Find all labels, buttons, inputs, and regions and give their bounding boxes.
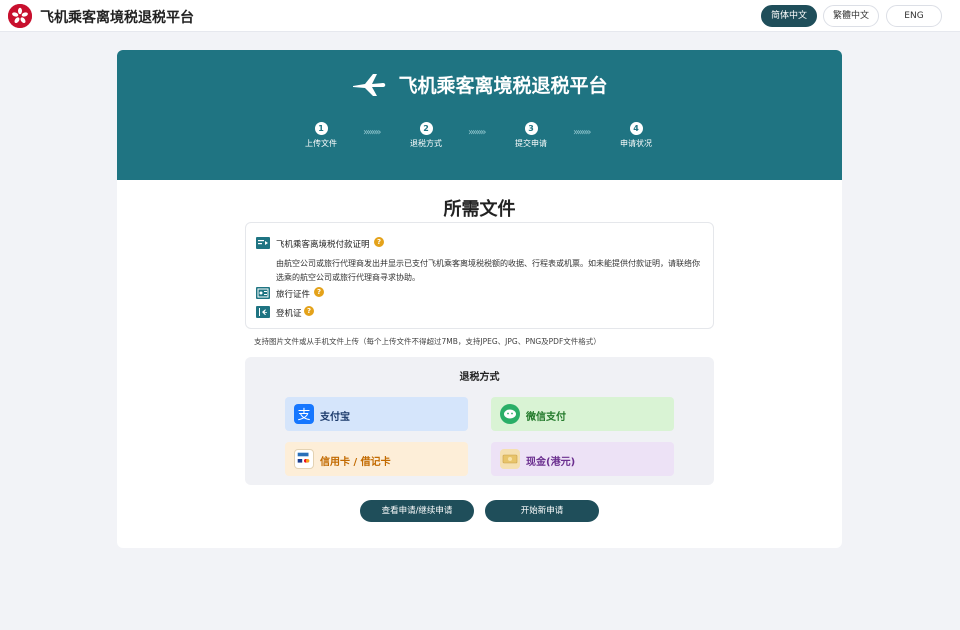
document-label: 旅行证件	[276, 290, 311, 300]
hero-title-row: 飞机乘客离境税退税平台	[117, 70, 842, 100]
hero-title: 飞机乘客离境税退税平台	[398, 74, 608, 97]
wechat-pay-option-button[interactable]: 微信支付	[491, 397, 674, 431]
step-refund-method: 2 退税方式	[396, 122, 456, 149]
receipt-icon	[256, 237, 270, 249]
credit-card-icon	[294, 449, 314, 469]
step-upload-files: 1 上传文件	[291, 122, 351, 149]
hk-emblem-logo-icon[interactable]	[8, 4, 32, 28]
step-separator-chevrons-icon: »»»»	[573, 127, 592, 138]
boarding-pass-icon	[256, 306, 270, 318]
payment-method-label: 现金(港元)	[526, 457, 576, 468]
step-label: 提交申请	[515, 139, 547, 148]
top-bar: 飞机乘客离境税退税平台 简体中文 繁體中文 ENG	[0, 0, 960, 32]
site-title: 飞机乘客离境税退税平台	[40, 10, 194, 26]
step-application-status: 4 申请状况	[606, 122, 666, 149]
refund-method-box: 退税方式 支 支付宝 微信支付 信用卡 / 借记卡 现金(港元)	[245, 357, 714, 485]
airplane-icon	[351, 70, 387, 98]
help-icon[interactable]: ?	[314, 287, 324, 297]
required-documents-box: 飞机乘客离境税付款证明 ? 由航空公司或旅行代理商发出并显示已支付飞机乘客离境税…	[245, 222, 714, 329]
help-icon[interactable]: ?	[374, 237, 384, 247]
hero-banner: 飞机乘客离境税退税平台 1 上传文件 »»»» 2 退税方式 »»»» 3 提交…	[117, 50, 842, 180]
document-description: 由航空公司或旅行代理商发出并显示已支付飞机乘客离境税税额的收据、行程表或机票。如…	[276, 259, 700, 282]
document-label: 登机证	[276, 309, 302, 319]
step-submit-application: 3 提交申请	[501, 122, 561, 149]
svg-text:支: 支	[297, 408, 310, 423]
view-continue-application-button[interactable]: 查看申请/继续申请	[360, 500, 474, 522]
step-label: 上传文件	[305, 139, 337, 148]
step-label: 退税方式	[410, 139, 442, 148]
step-separator-chevrons-icon: »»»»	[363, 127, 382, 138]
passport-icon	[256, 287, 270, 299]
help-icon[interactable]: ?	[304, 306, 314, 316]
refund-method-title: 退税方式	[459, 372, 500, 383]
step-number: 2	[419, 122, 433, 135]
main-card: 飞机乘客离境税退税平台 1 上传文件 »»»» 2 退税方式 »»»» 3 提交…	[117, 50, 842, 548]
lang-english-button[interactable]: ENG	[886, 5, 942, 27]
payment-method-label: 微信支付	[526, 412, 566, 423]
document-label: 飞机乘客离境税付款证明	[276, 240, 370, 250]
step-number: 1	[314, 122, 328, 135]
credit-card-option-button[interactable]: 信用卡 / 借记卡	[285, 442, 468, 476]
start-new-application-button[interactable]: 开始新申请	[485, 500, 599, 522]
step-label: 申请状况	[620, 139, 652, 148]
lang-traditional-chinese-button[interactable]: 繁體中文	[823, 5, 879, 27]
payment-method-label: 支付宝	[320, 412, 350, 423]
alipay-icon: 支	[294, 404, 314, 424]
alipay-option-button[interactable]: 支 支付宝	[285, 397, 468, 431]
step-number: 3	[524, 122, 538, 135]
payment-method-label: 信用卡 / 借记卡	[320, 457, 391, 468]
cash-option-button[interactable]: 现金(港元)	[491, 442, 674, 476]
section-title-required-documents: 所需文件	[443, 199, 516, 220]
step-separator-chevrons-icon: »»»»	[468, 127, 487, 138]
step-number: 4	[629, 122, 643, 135]
upload-note: 支持图片文件或从手机文件上传（每个上传文件不得超过7MB，支持JPEG、JPG、…	[254, 337, 601, 346]
wechat-pay-icon	[500, 404, 520, 424]
cash-icon	[500, 449, 520, 469]
lang-simplified-chinese-button[interactable]: 简体中文	[761, 5, 817, 27]
